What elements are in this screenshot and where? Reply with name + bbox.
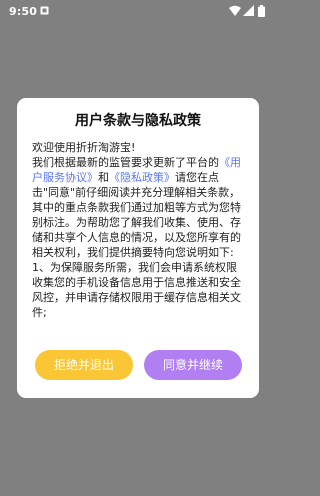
wifi-icon <box>229 5 241 16</box>
privacy-dialog: 用户条款与隐私政策 欢迎使用折折淘游宝! 我们根据最新的监管要求更新了平台的《用… <box>17 98 259 398</box>
decline-and-exit-button[interactable]: 拒绝并退出 <box>35 350 133 380</box>
terms-text-intro: 我们根据最新的监管要求更新了平台的 <box>32 156 219 169</box>
agree-and-continue-button[interactable]: 同意并继续 <box>144 350 242 380</box>
privacy-policy-link[interactable]: 《隐私政策》 <box>109 171 175 184</box>
status-bar: 9:50 <box>0 0 277 24</box>
notification-icon <box>40 6 49 15</box>
dialog-body: 欢迎使用折折淘游宝! 我们根据最新的监管要求更新了平台的《用户服务协议》和《隐私… <box>32 140 246 352</box>
status-icons <box>229 5 269 17</box>
terms-text-details: 请您在点击"同意"前仔细阅读并充分理解相关条款，其中的重点条款我们通过加粗等方式… <box>32 171 241 259</box>
battery-icon <box>258 5 265 17</box>
terms-paragraph: 我们根据最新的监管要求更新了平台的《用户服务协议》和《隐私政策》请您在点击"同意… <box>32 155 246 260</box>
permissions-paragraph: 1、为保障服务所需，我们会申请系统权限收集您的手机设备信息用于信息推送和安全风控… <box>32 261 241 319</box>
dialog-title: 用户条款与隐私政策 <box>75 113 201 129</box>
greeting-text: 欢迎使用折折淘游宝! <box>32 141 136 154</box>
terms-text-and: 和 <box>98 171 109 184</box>
cellular-signal-icon <box>243 5 254 16</box>
status-time: 9:50 <box>9 5 38 18</box>
